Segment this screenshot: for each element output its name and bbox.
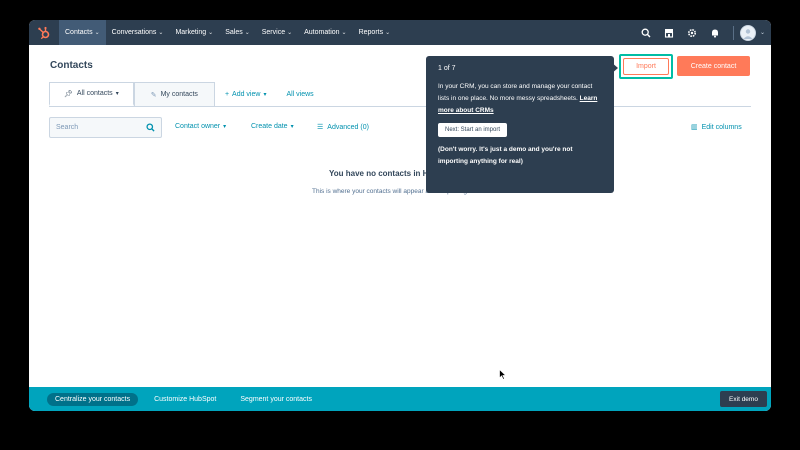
- tour-step-counter: 1 of 7: [438, 65, 456, 72]
- exit-demo-button[interactable]: Exit demo: [720, 391, 767, 407]
- mouse-cursor-icon: [499, 369, 507, 380]
- demo-step-centralize[interactable]: Centralize your contacts: [47, 392, 139, 406]
- search-placeholder: Search: [56, 124, 79, 131]
- search-icon: [146, 123, 155, 132]
- nav-item-automation[interactable]: Automation ⌄: [298, 20, 352, 45]
- pin-icon: ✎: [150, 91, 157, 99]
- marketplace-icon[interactable]: [658, 20, 681, 45]
- nav-item-conversations[interactable]: Conversations ⌄: [106, 20, 170, 45]
- search-icon[interactable]: [635, 20, 658, 45]
- tabs-divider: [49, 106, 751, 107]
- add-view-button[interactable]: + Add view ▾: [215, 82, 277, 106]
- nav-item-reports[interactable]: Reports ⌄: [353, 20, 397, 45]
- import-button[interactable]: Import: [623, 58, 669, 75]
- caret-down-icon: ▾: [115, 91, 119, 97]
- filter-lines-icon: ☰: [317, 124, 324, 131]
- tour-note: (Don't worry. It's just a demo and you'r…: [438, 146, 573, 165]
- settings-icon[interactable]: [681, 20, 704, 45]
- next-start-import-button[interactable]: Next: Start an import: [438, 123, 508, 137]
- chevron-down-icon: ⌄: [158, 30, 164, 36]
- chevron-down-icon: ⌄: [244, 30, 250, 36]
- create-contact-button[interactable]: Create contact: [677, 56, 750, 76]
- empty-state-title: You have no contacts in H: [329, 169, 429, 178]
- nav-item-marketing[interactable]: Marketing ⌄: [169, 20, 219, 45]
- columns-icon: ▥: [691, 124, 698, 131]
- caret-down-icon: ▾: [290, 124, 294, 130]
- popover-arrow: [611, 62, 618, 74]
- tour-body: In your CRM, you can store and manage yo…: [438, 83, 598, 114]
- demo-progress-bar: Centralize your contacts Customize HubSp…: [29, 387, 771, 411]
- edit-columns-button[interactable]: ▥ Edit columns: [691, 123, 742, 131]
- hubspot-logo-icon[interactable]: [29, 20, 59, 45]
- create-date-filter[interactable]: Create date ▾: [251, 123, 294, 130]
- nav-divider: [732, 25, 734, 40]
- chevron-down-icon: ⌄: [341, 30, 347, 36]
- app-window: Contacts ⌄ Conversations ⌄ Marketing ⌄ Sale…: [29, 20, 771, 411]
- demo-step-segment[interactable]: Segment your contacts: [232, 393, 320, 406]
- chevron-down-icon[interactable]: ⌄: [760, 29, 765, 36]
- all-views-link[interactable]: All views: [276, 82, 323, 106]
- tab-all-contacts[interactable]: 📌︎ All contacts ▾: [49, 82, 134, 106]
- advanced-filters[interactable]: ☰ Advanced (0): [317, 123, 369, 131]
- plus-icon: +: [224, 90, 230, 98]
- caret-down-icon: ▾: [223, 124, 227, 130]
- tour-popover: 1 of 7 In your CRM, you can store and ma…: [426, 56, 614, 193]
- avatar[interactable]: [739, 24, 756, 41]
- page-title: Contacts: [50, 60, 93, 71]
- nav-item-sales[interactable]: Sales ⌄: [219, 20, 256, 45]
- chevron-down-icon: ⌄: [208, 30, 214, 36]
- nav-item-service[interactable]: Service ⌄: [256, 20, 298, 45]
- demo-step-customize[interactable]: Customize HubSpot: [146, 393, 224, 406]
- pin-icon: 📌︎: [64, 90, 73, 98]
- notifications-icon[interactable]: [704, 20, 727, 45]
- tab-my-contacts[interactable]: ✎ My contacts: [133, 82, 215, 106]
- chevron-down-icon: ⌄: [94, 30, 100, 36]
- contact-owner-filter[interactable]: Contact owner ▾: [175, 123, 226, 130]
- top-navigation: Contacts ⌄ Conversations ⌄ Marketing ⌄ Sale…: [29, 20, 771, 45]
- nav-utilities: ⌄: [635, 20, 771, 45]
- caret-down-icon: ▾: [263, 91, 267, 98]
- search-input[interactable]: Search: [49, 117, 162, 138]
- view-tabs: 📌︎ All contacts ▾ ✎ My contacts + Add vi…: [49, 82, 324, 106]
- import-highlight: Import: [619, 54, 673, 79]
- chevron-down-icon: ⌄: [385, 30, 391, 36]
- chevron-down-icon: ⌄: [287, 30, 293, 36]
- nav-item-contacts[interactable]: Contacts ⌄: [59, 20, 106, 45]
